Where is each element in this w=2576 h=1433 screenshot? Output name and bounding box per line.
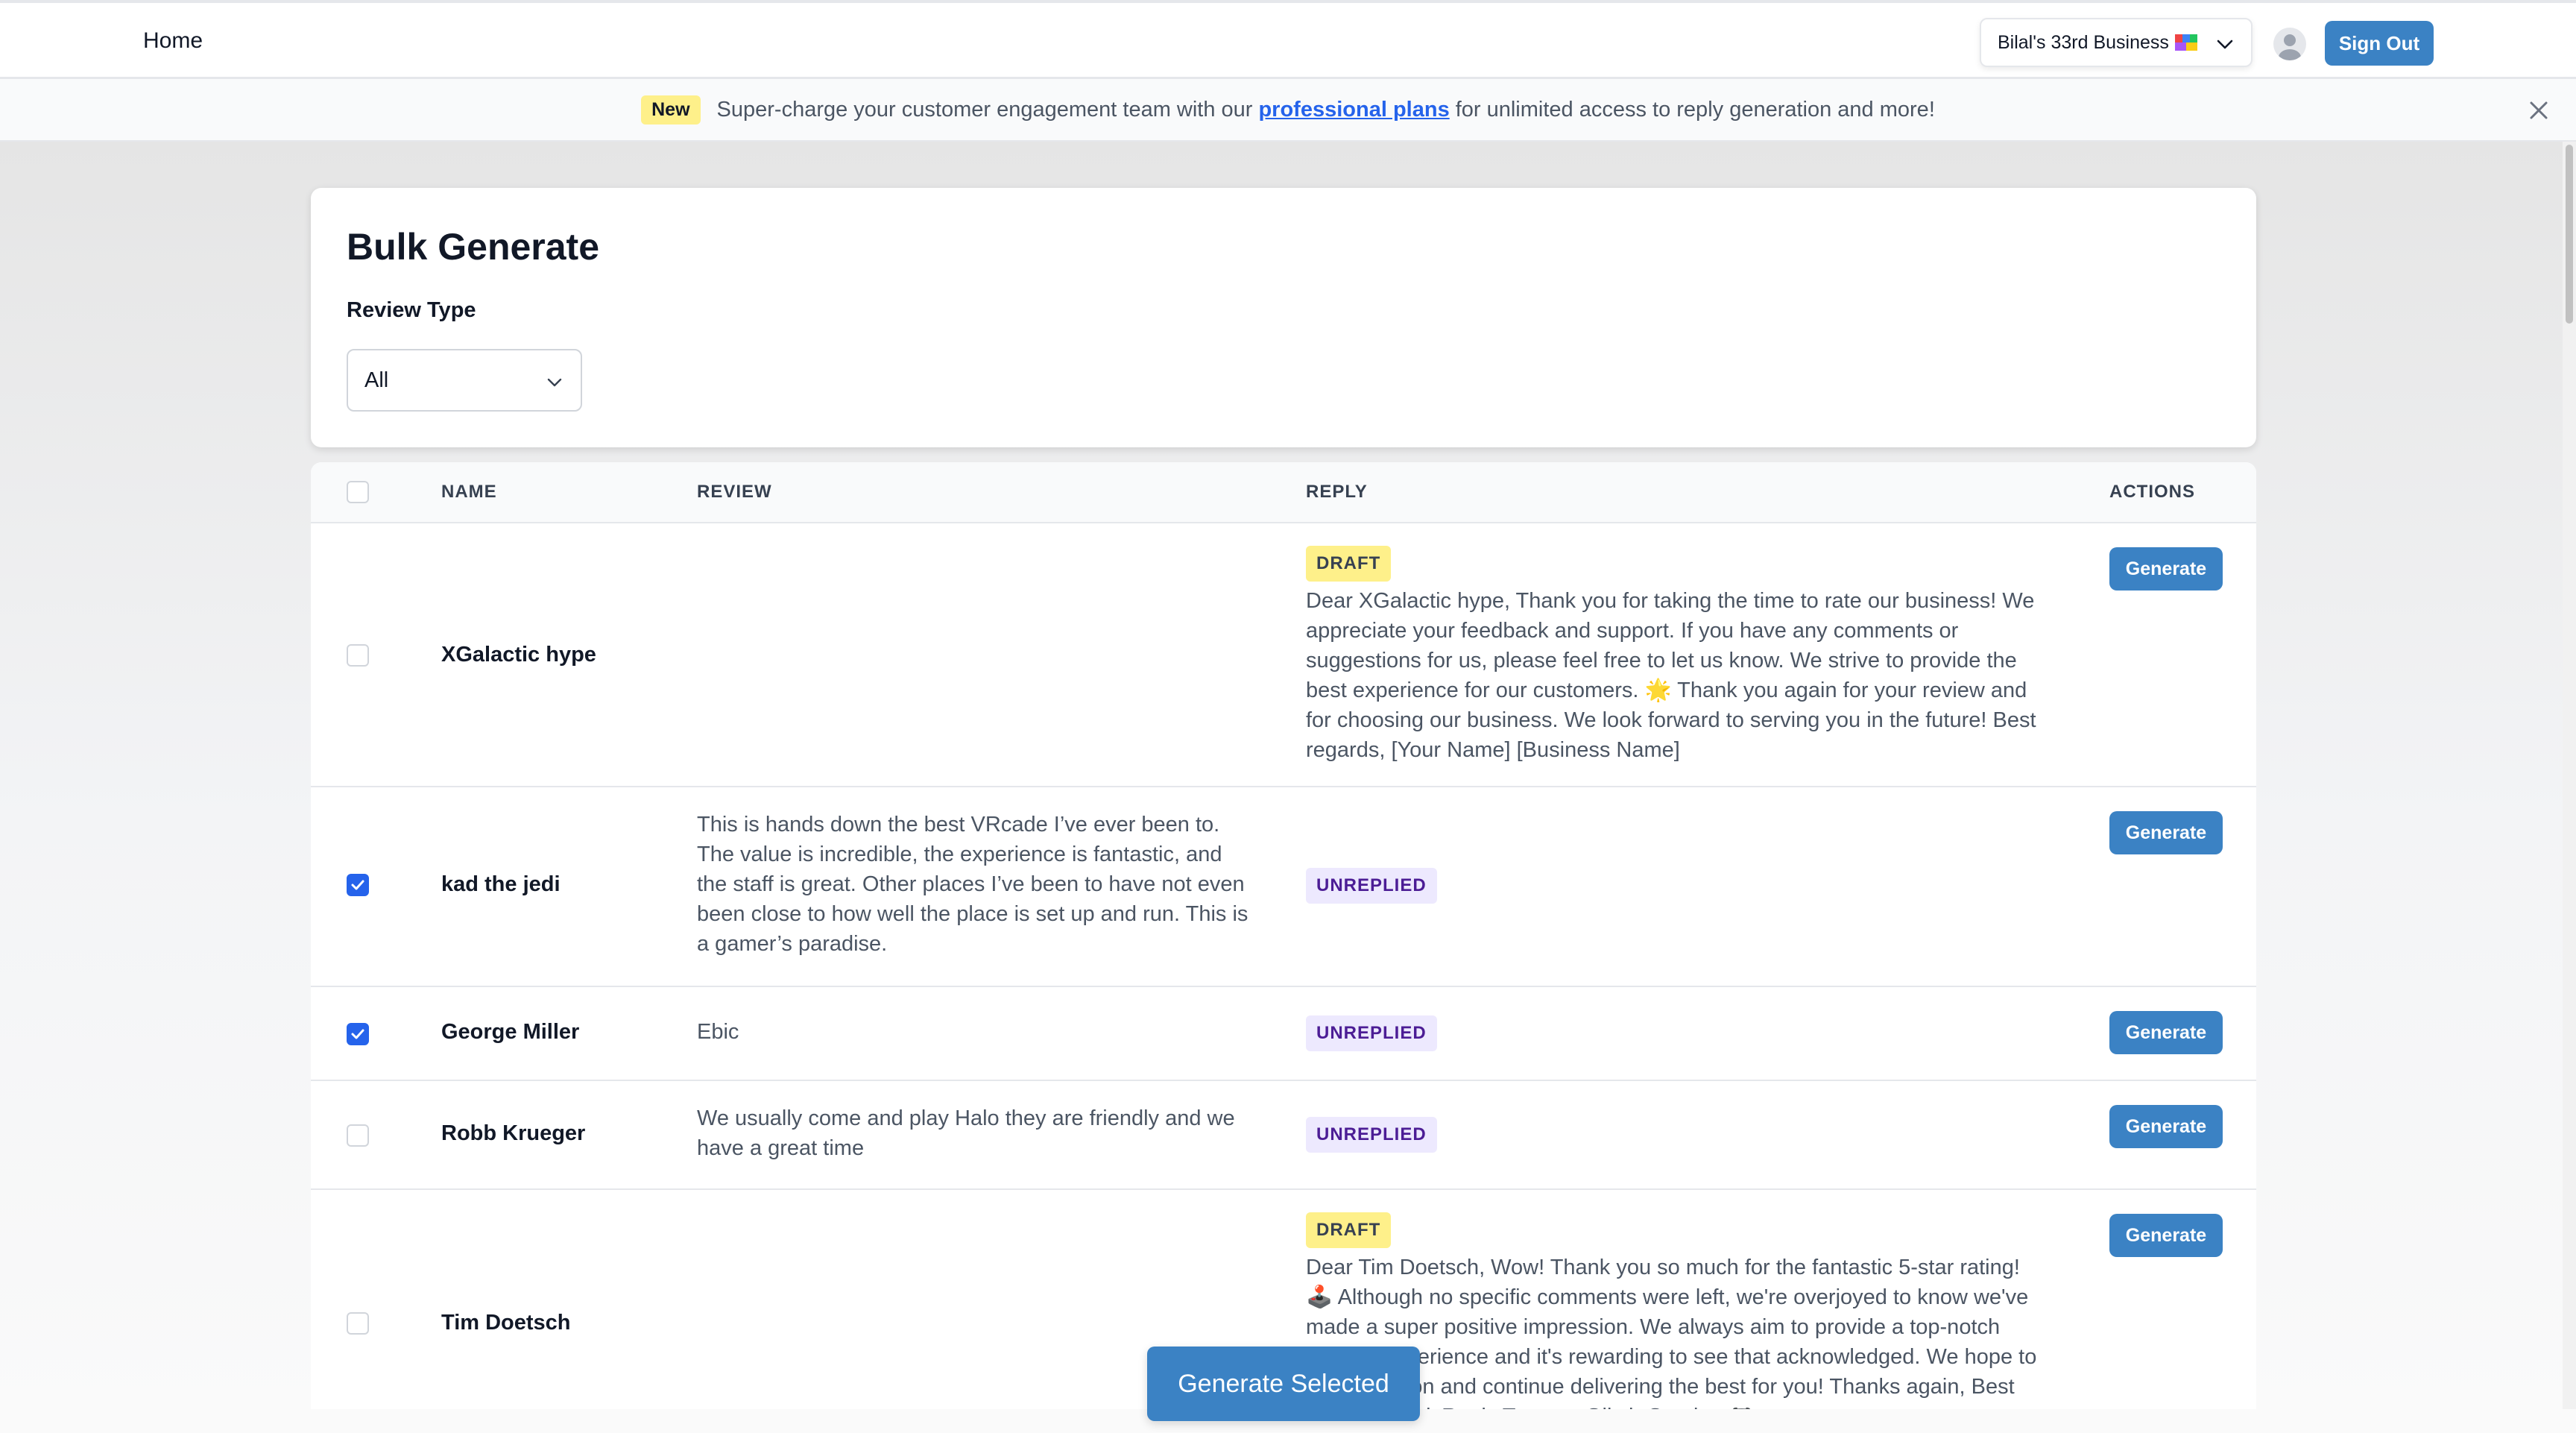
generate-button[interactable]: Generate <box>2109 811 2223 854</box>
row-checkbox[interactable] <box>347 1312 369 1335</box>
page-title: Bulk Generate <box>347 226 600 268</box>
column-header-name: NAME <box>441 482 497 502</box>
page-scrollbar-thumb[interactable] <box>2566 145 2573 324</box>
status-badge: UNREPLIED <box>1306 1117 1437 1153</box>
reply-cell: DRAFT Dear XGalactic hype, Thank you for… <box>1306 546 2051 765</box>
business-selector[interactable]: Bilal's 33rd Business <box>1980 18 2253 67</box>
top-nav: Home Bilal's 33rd Business Sign Out <box>0 0 2576 79</box>
row-checkbox[interactable] <box>347 1124 369 1147</box>
reply-cell: UNREPLIED <box>1306 1015 2051 1051</box>
reviewer-name: Tim Doetsch <box>441 1311 571 1335</box>
home-link[interactable]: Home <box>143 28 203 54</box>
banner-text-after: for unlimited access to reply generation… <box>1455 97 1935 122</box>
reply-cell: UNREPLIED <box>1306 1117 2051 1153</box>
user-avatar-icon[interactable] <box>2273 28 2306 60</box>
chevron-down-icon <box>2215 34 2235 54</box>
reviewer-name: XGalactic hype <box>441 643 596 667</box>
close-icon[interactable] <box>2525 97 2552 124</box>
chevron-down-icon <box>545 373 564 392</box>
business-selector-value: Bilal's 33rd Business <box>1998 31 2169 53</box>
reviewer-name: kad the jedi <box>441 872 561 896</box>
page-scrollbar[interactable] <box>2563 142 2576 1433</box>
review-type-value: All <box>364 368 389 392</box>
generate-button[interactable]: Generate <box>2109 547 2223 590</box>
row-checkbox[interactable] <box>347 874 369 896</box>
generate-button[interactable]: Generate <box>2109 1011 2223 1054</box>
status-badge: UNREPLIED <box>1306 1015 1437 1051</box>
table-row: kad the jedi This is hands down the best… <box>311 786 2256 986</box>
table-row: XGalactic hype DRAFT Dear XGalactic hype… <box>311 522 2256 786</box>
column-header-reply: REPLY <box>1306 482 1368 502</box>
banner-text-before: Super-charge your customer engagement te… <box>716 97 1253 122</box>
review-text: This is hands down the best VRcade I’ve … <box>697 813 1248 956</box>
reviewer-name: Robb Krueger <box>441 1121 586 1145</box>
table-row: George Miller Ebic UNREPLIED Generate <box>311 986 2256 1080</box>
generate-button[interactable]: Generate <box>2109 1105 2223 1148</box>
column-header-review: REVIEW <box>697 482 772 502</box>
status-badge: UNREPLIED <box>1306 868 1437 904</box>
reply-cell: UNREPLIED <box>1306 868 2051 904</box>
table-header: NAME REVIEW REPLY ACTIONS <box>311 462 2256 522</box>
sign-out-button[interactable]: Sign Out <box>2325 21 2434 66</box>
review-text: Ebic <box>697 1020 739 1044</box>
review-type-label: Review Type <box>347 298 476 322</box>
select-all-checkbox[interactable] <box>347 481 369 503</box>
promo-banner: New Super-charge your customer engagemen… <box>0 79 2576 142</box>
generate-selected-button[interactable]: Generate Selected <box>1147 1347 1420 1421</box>
review-type-select[interactable]: All <box>347 349 582 412</box>
status-badge: DRAFT <box>1306 1212 1392 1248</box>
bulk-generate-card: Bulk Generate Review Type All <box>311 188 2256 447</box>
review-text: We usually come and play Halo they are f… <box>697 1106 1235 1160</box>
row-checkbox[interactable] <box>347 644 369 667</box>
new-badge: New <box>641 95 701 125</box>
generate-button[interactable]: Generate <box>2109 1214 2223 1257</box>
reply-text: Dear XGalactic hype, Thank you for takin… <box>1306 589 2036 762</box>
column-header-actions: ACTIONS <box>2109 482 2195 502</box>
professional-plans-link[interactable]: professional plans <box>1258 98 1449 122</box>
reviews-table: NAME REVIEW REPLY ACTIONS XGalactic hype… <box>311 462 2256 1433</box>
business-flag-icon <box>2174 34 2197 51</box>
reviewer-name: George Miller <box>441 1020 580 1044</box>
row-checkbox[interactable] <box>347 1023 369 1045</box>
status-badge: DRAFT <box>1306 546 1392 582</box>
table-row: Robb Krueger We usually come and play Ha… <box>311 1080 2256 1188</box>
